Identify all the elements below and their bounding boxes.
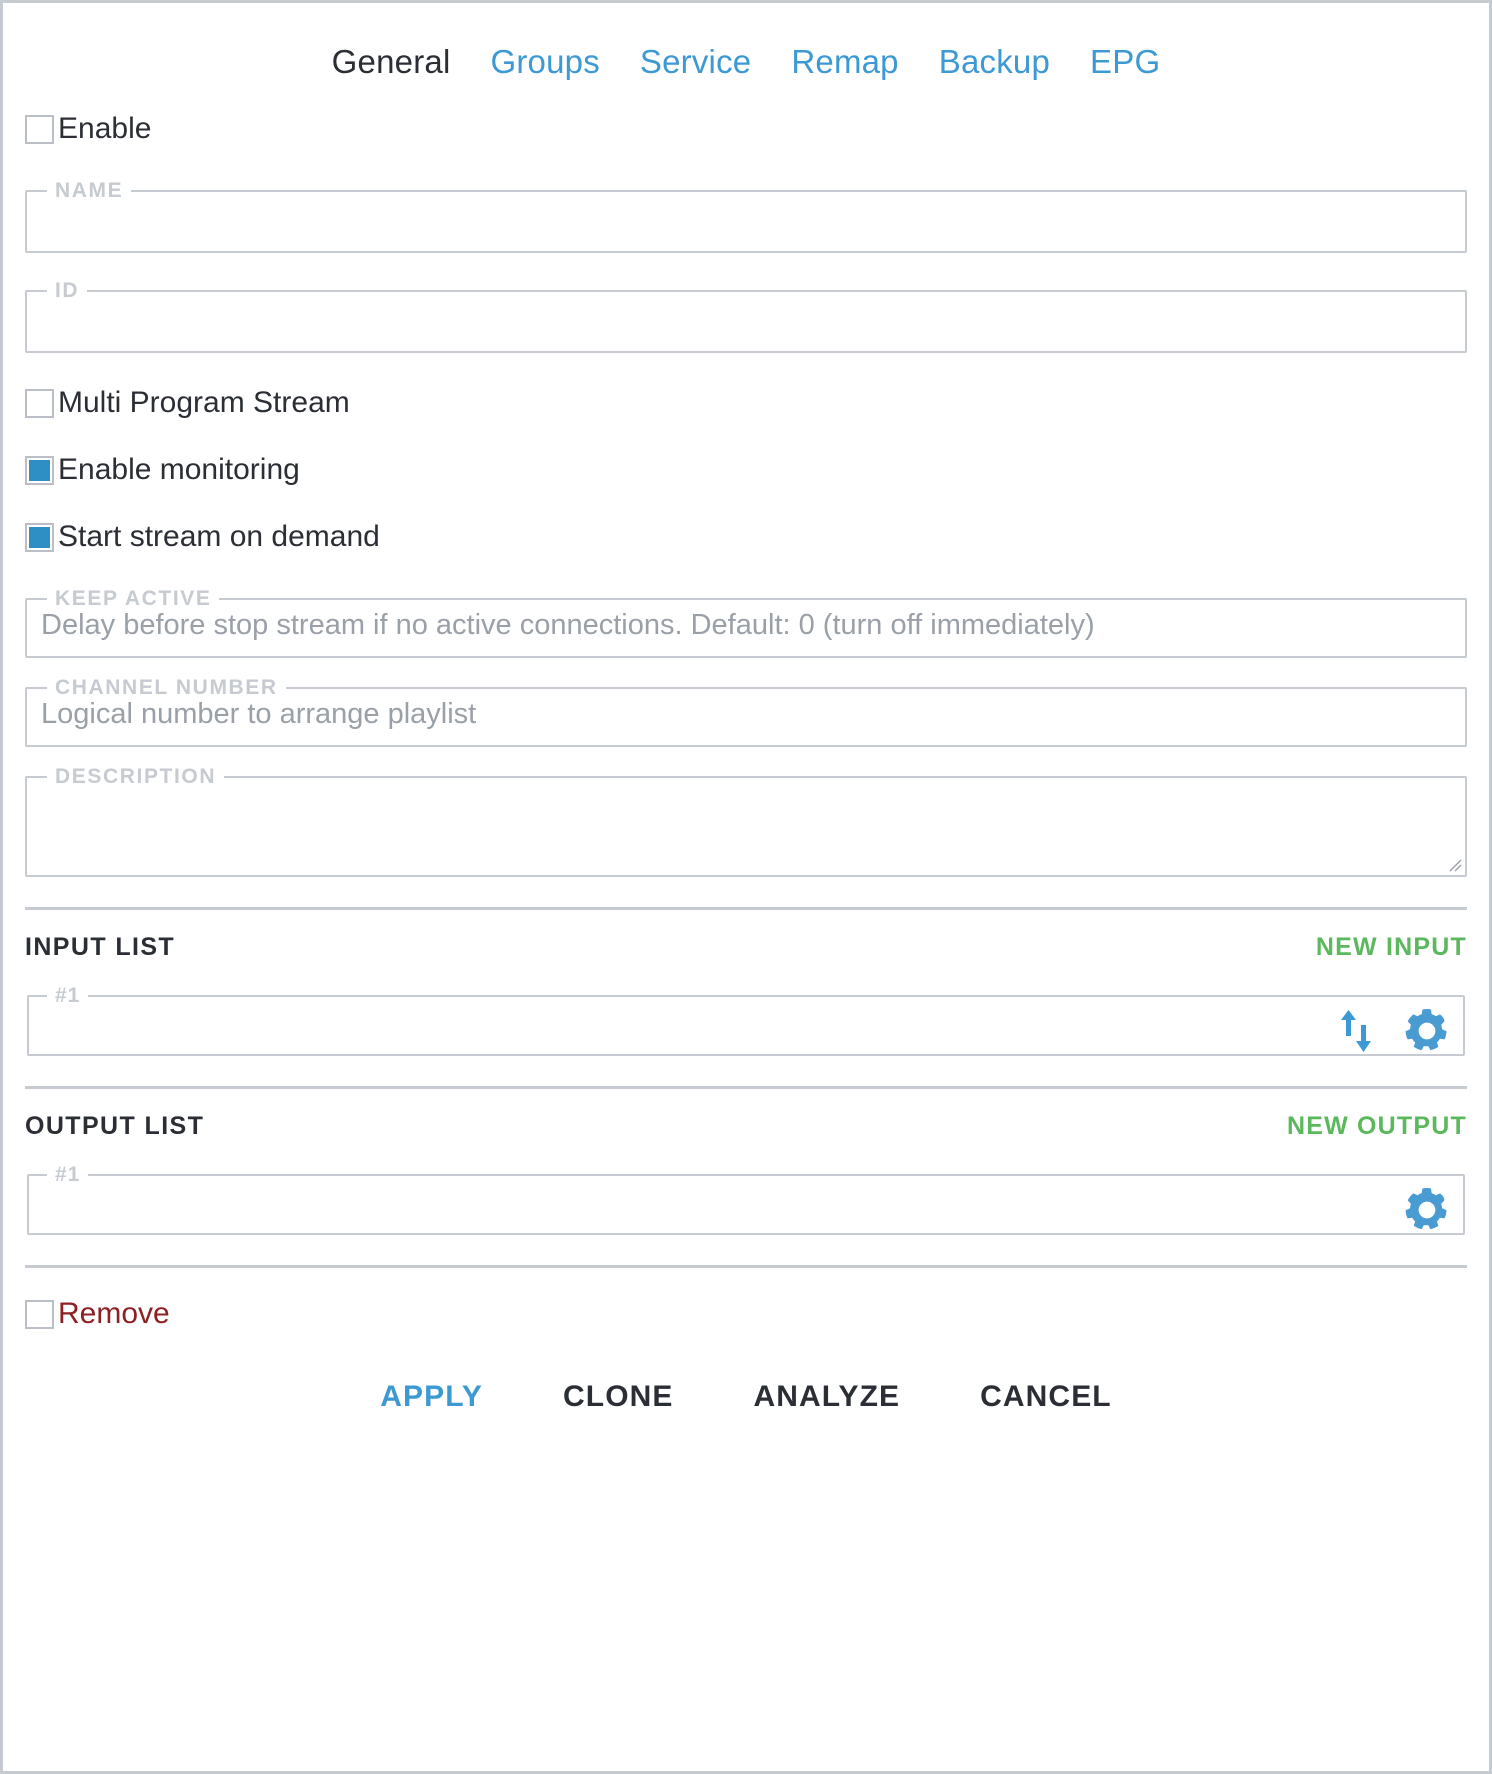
description-field-legend: DESCRIPTION (55, 765, 217, 788)
channel-number-field[interactable]: CHANNEL NUMBER Logical number to arrange… (25, 676, 1467, 747)
tab-service[interactable]: Service (640, 43, 751, 81)
remove-checkbox-row[interactable]: Remove (25, 1290, 1467, 1338)
multi-program-stream-checkbox[interactable] (25, 388, 54, 418)
enable-checkbox-label: Enable (58, 112, 152, 145)
enable-monitoring-row[interactable]: Enable monitoring (25, 446, 1467, 494)
start-stream-on-demand-checkbox[interactable] (25, 522, 54, 552)
new-output-button[interactable]: NEW OUTPUT (1287, 1112, 1467, 1141)
tab-epg[interactable]: EPG (1090, 43, 1160, 81)
resize-handle-icon[interactable] (1446, 856, 1462, 872)
cancel-button[interactable]: CANCEL (980, 1380, 1112, 1414)
enable-monitoring-checkbox[interactable] (25, 455, 54, 485)
channel-number-field-legend: CHANNEL NUMBER (55, 676, 278, 699)
footer-actions: APPLY CLONE ANALYZE CANCEL (25, 1338, 1467, 1414)
enable-monitoring-label: Enable monitoring (58, 453, 300, 486)
output-row-icons (1405, 1188, 1449, 1232)
name-field-legend: NAME (55, 179, 124, 202)
tab-backup[interactable]: Backup (939, 43, 1050, 81)
new-input-button[interactable]: NEW INPUT (1316, 933, 1467, 962)
output-row-legend: #1 (55, 1163, 81, 1186)
enable-checkbox[interactable] (25, 114, 54, 144)
channel-number-placeholder: Logical number to arrange playlist (41, 700, 477, 730)
description-field[interactable]: DESCRIPTION (25, 765, 1467, 877)
keep-active-field-legend: KEEP ACTIVE (55, 587, 212, 610)
input-row-icons (1337, 1009, 1449, 1053)
gear-icon[interactable] (1405, 1188, 1449, 1232)
remove-checkbox[interactable] (25, 1299, 54, 1329)
input-row-legend: #1 (55, 984, 81, 1007)
input-list-title: INPUT LIST (25, 932, 176, 961)
analyze-button[interactable]: ANALYZE (754, 1380, 901, 1414)
keep-active-placeholder: Delay before stop stream if no active co… (41, 611, 1095, 641)
apply-button[interactable]: APPLY (380, 1380, 483, 1414)
tab-bar: General Groups Service Remap Backup EPG (25, 3, 1467, 91)
multi-program-stream-label: Multi Program Stream (58, 386, 350, 419)
enable-checkbox-row[interactable]: Enable (25, 105, 1467, 153)
clone-button[interactable]: CLONE (563, 1380, 674, 1414)
input-list-header: INPUT LIST NEW INPUT (25, 910, 1467, 984)
keep-active-field[interactable]: KEEP ACTIVE Delay before stop stream if … (25, 587, 1467, 658)
id-field-legend: ID (55, 279, 80, 302)
tab-groups[interactable]: Groups (490, 43, 599, 81)
tab-remap[interactable]: Remap (791, 43, 898, 81)
multi-program-stream-row[interactable]: Multi Program Stream (25, 379, 1467, 427)
gear-icon[interactable] (1405, 1009, 1449, 1053)
start-stream-on-demand-row[interactable]: Start stream on demand (25, 513, 1467, 561)
input-list-row[interactable]: #1 (27, 984, 1465, 1056)
divider (25, 1265, 1467, 1268)
stream-settings-dialog: General Groups Service Remap Backup EPG … (0, 0, 1492, 1774)
output-list-row[interactable]: #1 (27, 1163, 1465, 1235)
remove-checkbox-label: Remove (58, 1297, 170, 1330)
name-field[interactable]: NAME (25, 179, 1467, 253)
tab-general[interactable]: General (332, 43, 451, 81)
output-list-header: OUTPUT LIST NEW OUTPUT (25, 1089, 1467, 1163)
start-stream-on-demand-label: Start stream on demand (58, 520, 380, 553)
id-field[interactable]: ID (25, 279, 1467, 353)
swap-vertical-arrows-icon[interactable] (1337, 1010, 1377, 1052)
output-list-title: OUTPUT LIST (25, 1111, 205, 1140)
